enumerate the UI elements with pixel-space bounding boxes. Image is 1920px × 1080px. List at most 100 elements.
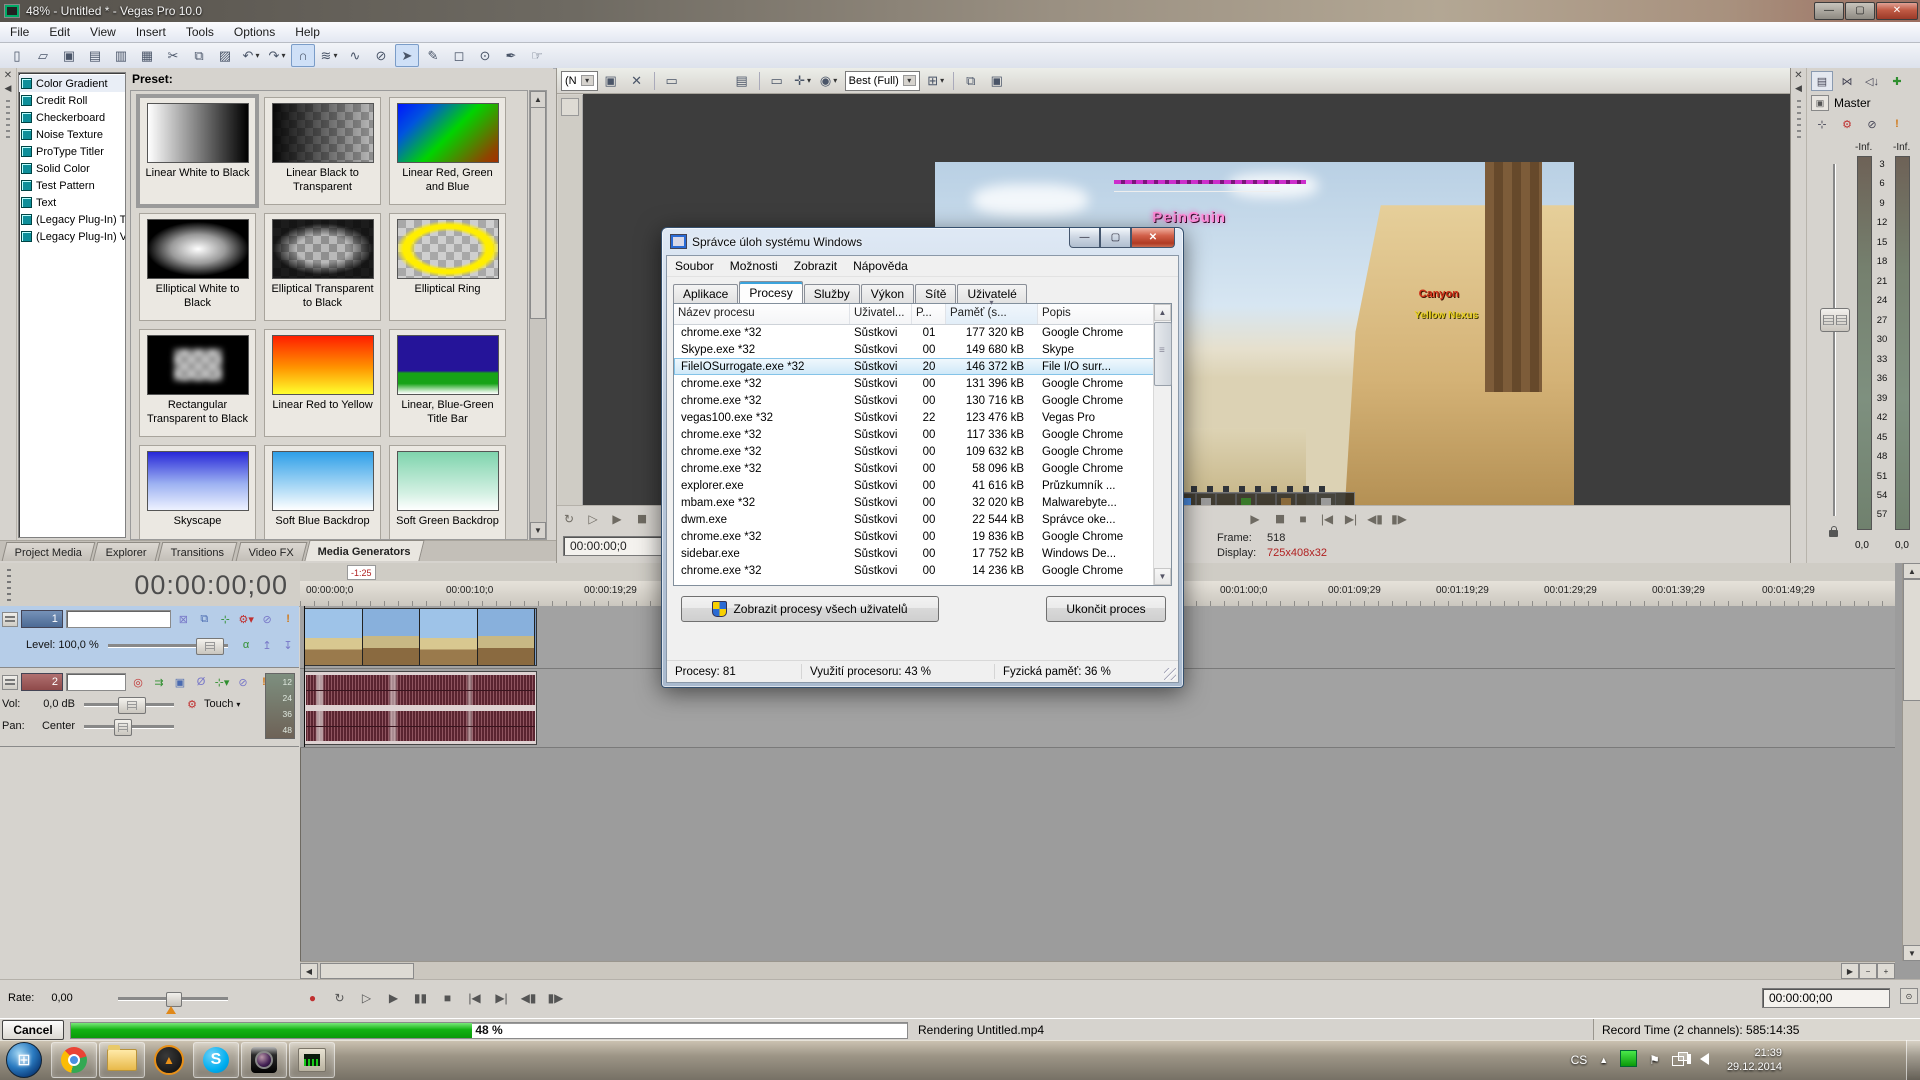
preset-card[interactable]: Linear Red, Green and Blue [389,97,506,205]
pan-slider-thumb[interactable] [114,719,132,736]
close-button[interactable]: ✕ [1131,228,1175,248]
menu-item[interactable]: Options [224,23,285,41]
project-video-properties-button[interactable]: ▤ [730,69,754,92]
taskbar-explorer-button[interactable] [99,1042,145,1078]
video-event[interactable] [304,608,537,666]
pan-slider[interactable] [84,725,174,728]
action-center-flag-icon[interactable]: ⚑ [1649,1053,1660,1067]
generator-list-item[interactable]: Checkerboard [19,109,125,126]
process-row[interactable]: mbam.exe *32 Šůstkovi 00 32 020 kB Malwa… [674,494,1154,511]
pause-icon[interactable]: ▮▮ [1267,509,1291,529]
scroll-up-icon[interactable]: ▲ [1903,563,1920,579]
interactive-tutorials-button[interactable]: ✒ [499,44,523,67]
save-project-button[interactable]: ▣ [57,44,81,67]
process-list-scrollbar[interactable]: ▲ ▼ [1153,304,1171,585]
menu-item[interactable]: Nápověda [845,259,916,273]
level-slider-thumb[interactable] [196,638,224,655]
automation-mode-icon[interactable]: ⚙ [183,696,201,712]
preset-card[interactable]: Elliptical Ring [389,213,506,321]
clock[interactable]: 21:39 29.12.2014 [1727,1046,1782,1074]
auto-ripple-button[interactable]: ≋ [317,44,341,67]
zoom-in-icon[interactable]: + [1877,963,1895,979]
process-row[interactable]: vegas100.exe *32 Šůstkovi 22 123 476 kB … [674,409,1154,426]
bypass-motion-blur-icon[interactable]: ⊠ [174,611,192,627]
scroll-down-icon[interactable]: ▼ [1903,945,1920,961]
lock-envelopes-button[interactable]: ∿ [343,44,367,67]
level-slider[interactable] [108,644,228,647]
volume-slider[interactable] [84,703,174,706]
track-fx-icon[interactable]: ⊹▾ [213,674,231,690]
menu-item[interactable]: File [0,23,39,41]
downmix-output-icon[interactable]: ⋈ [1836,71,1858,91]
generator-list-item[interactable]: Text [19,194,125,211]
audio-event[interactable] [304,671,537,745]
process-row[interactable]: chrome.exe *32 Šůstkovi 00 109 632 kB Go… [674,443,1154,460]
cut-button[interactable]: ✂ [161,44,185,67]
minimize-track-icon[interactable] [2,612,18,627]
play-from-start-icon[interactable]: ▷ [354,986,379,1010]
dock-tab[interactable]: Video FX [235,542,307,561]
scroll-thumb[interactable] [1154,322,1172,386]
record-input-icon[interactable]: ⇉ [150,674,168,690]
video-track-header[interactable]: 1 ⊠ ⧉ ⊹ ⚙▾ ⊘ ! Level: 100,0 % α ↥ [0,606,299,668]
task-manager-tab[interactable]: Výkon [861,284,914,303]
go-to-end-icon[interactable]: ▶| [489,986,514,1010]
process-row[interactable]: chrome.exe *32 Šůstkovi 00 130 716 kB Go… [674,392,1154,409]
preset-card[interactable]: Soft Green Backdrop [389,445,506,540]
solo-track-icon[interactable]: ! [279,611,297,627]
solo-icon[interactable]: ! [1886,114,1908,134]
go-to-start-icon[interactable]: |◀ [1315,509,1339,529]
redo-button[interactable]: ↷ [265,44,289,67]
task-manager-titlebar[interactable]: Správce úloh systému Windows — ▢ ✕ [662,228,1183,255]
chevron-down-icon[interactable]: ▾ [903,75,916,86]
save-preset-button[interactable]: ▣ [599,69,623,92]
automation-icon[interactable]: ⚙ [1836,114,1858,134]
preset-card[interactable]: Linear, Blue-Green Title Bar [389,329,506,437]
generator-preset-combo[interactable]: (N ▾ [561,71,598,91]
capture-video-button[interactable]: ▥ [109,44,133,67]
chevron-down-icon[interactable]: ▾ [581,75,594,86]
generator-list-item[interactable]: Credit Roll [19,92,125,109]
track-fx-icon[interactable]: ⊹ [216,611,234,627]
generator-list-item[interactable]: ProType Titler [19,143,125,160]
next-frame-icon[interactable]: ▮▶ [543,986,568,1010]
timeline-time-display[interactable]: 00:00:00;00 [134,570,288,601]
process-row[interactable]: Skype.exe *32 Šůstkovi 00 149 680 kB Sky… [674,341,1154,358]
dock-tab[interactable]: Transitions [158,542,238,561]
compositing-mode-icon[interactable]: α [237,637,255,653]
preset-card[interactable]: Rectangular Transparent to Black [139,329,256,437]
mute-icon[interactable]: ⊘ [1861,114,1883,134]
process-row[interactable]: dwm.exe Šůstkovi 00 22 544 kB Správce ok… [674,511,1154,528]
taskbar-taskmanager-button[interactable] [289,1042,335,1078]
save-snapshot-button[interactable]: ▣ [985,69,1009,92]
invert-phase-icon[interactable]: Ø [192,674,210,690]
menu-item[interactable]: Tools [176,23,224,41]
preset-card[interactable]: Linear Red to Yellow [264,329,381,437]
external-monitor-button[interactable]: ▭ [765,69,789,92]
lock-icon[interactable] [1829,530,1838,537]
cursor-position-display[interactable]: 00:00:00;00 [1762,988,1890,1008]
dock-grip[interactable] [1797,100,1801,142]
bus-icon[interactable]: ▣ [1811,95,1829,111]
resize-grip[interactable] [1164,668,1176,680]
mixer-properties-icon[interactable]: ▤ [1811,71,1833,91]
track-number[interactable]: 2 [21,673,63,691]
network-icon[interactable] [1672,1052,1688,1066]
delete-preset-button[interactable]: ✕ [625,69,649,92]
maximize-button[interactable]: ▢ [1100,228,1131,248]
hidden-icons-arrow[interactable]: ▲ [1599,1055,1608,1065]
open-project-button[interactable]: ▱ [31,44,55,67]
scroll-up-icon[interactable]: ▲ [1154,304,1171,321]
stop-icon[interactable]: ■ [435,986,460,1010]
track-eq-icon[interactable]: ▣ [171,674,189,690]
column-header[interactable]: P... [912,304,946,324]
previous-frame-icon[interactable]: ◀▮ [516,986,541,1010]
column-header[interactable]: Název procesu [674,304,850,324]
copy-button[interactable]: ⧉ [187,44,211,67]
generator-list-item[interactable]: (Legacy Plug-In) V [19,228,125,245]
zoom-tool-icon[interactable]: ⊙ [1900,988,1918,1004]
taskbar-skype-button[interactable]: S [193,1042,239,1078]
enable-snapping-button[interactable]: ∩ [291,44,315,67]
preset-scrollbar[interactable]: ▲ ▼ [529,90,547,540]
new-project-button[interactable]: ▯ [5,44,29,67]
